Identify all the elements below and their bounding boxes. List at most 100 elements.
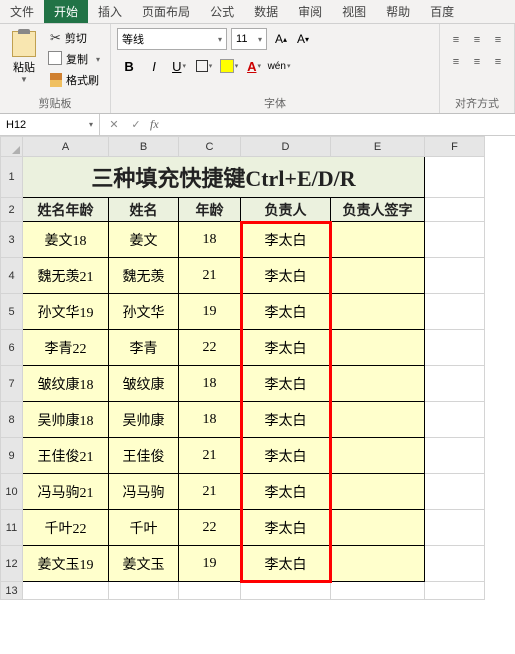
row-header-13[interactable]: 13 <box>1 582 23 600</box>
cell[interactable]: 李太白 <box>241 294 331 330</box>
copy-button[interactable]: 复制▾ <box>46 49 104 69</box>
cell[interactable]: 魏无羡21 <box>23 258 109 294</box>
cell[interactable]: 李太白 <box>241 222 331 258</box>
row-header-6[interactable]: 6 <box>1 330 23 366</box>
row-header-9[interactable]: 9 <box>1 438 23 474</box>
fill-color-button[interactable]: ▾ <box>217 54 241 78</box>
phonetic-button[interactable]: wén▾ <box>267 54 291 78</box>
tab-公式[interactable]: 公式 <box>200 0 244 23</box>
cell[interactable]: 李青 <box>109 330 179 366</box>
cell[interactable]: 18 <box>179 366 241 402</box>
cell[interactable] <box>331 258 425 294</box>
cell[interactable]: 李太白 <box>241 438 331 474</box>
col-header-B[interactable]: B <box>109 137 179 157</box>
cell[interactable]: 18 <box>179 402 241 438</box>
cell[interactable]: 姜文 <box>109 222 179 258</box>
select-all[interactable] <box>1 137 23 157</box>
table-header[interactable]: 姓名 <box>109 198 179 222</box>
row-header-1[interactable]: 1 <box>1 157 23 198</box>
tab-插入[interactable]: 插入 <box>88 0 132 23</box>
cell[interactable]: 王佳俊 <box>109 438 179 474</box>
cell[interactable]: 李太白 <box>241 366 331 402</box>
cell[interactable]: 21 <box>179 258 241 294</box>
cell[interactable] <box>331 474 425 510</box>
tab-页面布局[interactable]: 页面布局 <box>132 0 200 23</box>
cell[interactable]: 22 <box>179 330 241 366</box>
cell[interactable]: 李太白 <box>241 546 331 582</box>
cell[interactable]: 皱纹康18 <box>23 366 109 402</box>
paste-button[interactable]: 粘贴 ▼ <box>6 28 42 90</box>
tab-开始[interactable]: 开始 <box>44 0 88 23</box>
cell[interactable]: 19 <box>179 546 241 582</box>
align-center-button[interactable]: ≡ <box>467 52 487 72</box>
cell[interactable]: 21 <box>179 474 241 510</box>
cell[interactable]: 姜文玉 <box>109 546 179 582</box>
cell[interactable] <box>331 402 425 438</box>
cell[interactable]: 孙文华19 <box>23 294 109 330</box>
row-header-5[interactable]: 5 <box>1 294 23 330</box>
col-header-D[interactable]: D <box>241 137 331 157</box>
cell[interactable]: 吴帅康 <box>109 402 179 438</box>
align-middle-button[interactable]: ≡ <box>467 30 487 50</box>
italic-button[interactable]: I <box>142 54 166 78</box>
cell[interactable]: 21 <box>179 438 241 474</box>
row-header-10[interactable]: 10 <box>1 474 23 510</box>
formula-bar[interactable] <box>165 119 509 131</box>
col-header-F[interactable]: F <box>425 137 485 157</box>
row-header-7[interactable]: 7 <box>1 366 23 402</box>
cut-button[interactable]: ✂剪切 <box>46 28 104 48</box>
cell[interactable]: 姜文玉19 <box>23 546 109 582</box>
row-header-4[interactable]: 4 <box>1 258 23 294</box>
cell[interactable]: 冯马驹21 <box>23 474 109 510</box>
cell[interactable]: 王佳俊21 <box>23 438 109 474</box>
cell[interactable]: 魏无羡 <box>109 258 179 294</box>
row-header-2[interactable]: 2 <box>1 198 23 222</box>
align-right-button[interactable]: ≡ <box>488 52 508 72</box>
tab-审阅[interactable]: 审阅 <box>288 0 332 23</box>
border-button[interactable]: ▾ <box>192 54 216 78</box>
cell[interactable]: 18 <box>179 222 241 258</box>
name-box[interactable]: H12▾ <box>0 114 100 135</box>
align-bottom-button[interactable]: ≡ <box>488 30 508 50</box>
bold-button[interactable]: B <box>117 54 141 78</box>
cell[interactable]: 皱纹康 <box>109 366 179 402</box>
table-header[interactable]: 年龄 <box>179 198 241 222</box>
font-name-select[interactable]: 等线▾ <box>117 28 227 50</box>
row-header-3[interactable]: 3 <box>1 222 23 258</box>
cell[interactable]: 姜文18 <box>23 222 109 258</box>
table-header[interactable]: 负责人 <box>241 198 331 222</box>
cell[interactable]: 李太白 <box>241 330 331 366</box>
font-size-select[interactable]: 11▾ <box>231 28 267 50</box>
tab-数据[interactable]: 数据 <box>244 0 288 23</box>
increase-font-button[interactable]: A▴ <box>271 28 291 50</box>
tab-文件[interactable]: 文件 <box>0 0 44 23</box>
col-header-C[interactable]: C <box>179 137 241 157</box>
cell[interactable]: 李太白 <box>241 258 331 294</box>
cell[interactable]: 李太白 <box>241 510 331 546</box>
cell[interactable] <box>331 510 425 546</box>
cell[interactable]: 冯马驹 <box>109 474 179 510</box>
enter-formula-button[interactable]: ✓ <box>128 118 144 131</box>
cell[interactable] <box>331 222 425 258</box>
cell[interactable]: 孙文华 <box>109 294 179 330</box>
cell[interactable]: 李太白 <box>241 402 331 438</box>
cell[interactable] <box>331 546 425 582</box>
tab-百度[interactable]: 百度 <box>420 0 464 23</box>
cell[interactable] <box>331 294 425 330</box>
align-top-button[interactable]: ≡ <box>446 30 466 50</box>
cell[interactable]: 吴帅康18 <box>23 402 109 438</box>
cell[interactable]: 李太白 <box>241 474 331 510</box>
sheet-title[interactable]: 三种填充快捷键Ctrl+E/D/R <box>23 157 425 198</box>
cell[interactable]: 千叶22 <box>23 510 109 546</box>
table-header[interactable]: 姓名年龄 <box>23 198 109 222</box>
tab-视图[interactable]: 视图 <box>332 0 376 23</box>
cell[interactable]: 22 <box>179 510 241 546</box>
cell[interactable] <box>331 438 425 474</box>
table-header[interactable]: 负责人签字 <box>331 198 425 222</box>
cancel-formula-button[interactable]: ✕ <box>106 118 122 131</box>
cell[interactable]: 李青22 <box>23 330 109 366</box>
row-header-11[interactable]: 11 <box>1 510 23 546</box>
format-painter-button[interactable]: 格式刷 <box>46 70 104 90</box>
col-header-E[interactable]: E <box>331 137 425 157</box>
decrease-font-button[interactable]: A▾ <box>293 28 313 50</box>
